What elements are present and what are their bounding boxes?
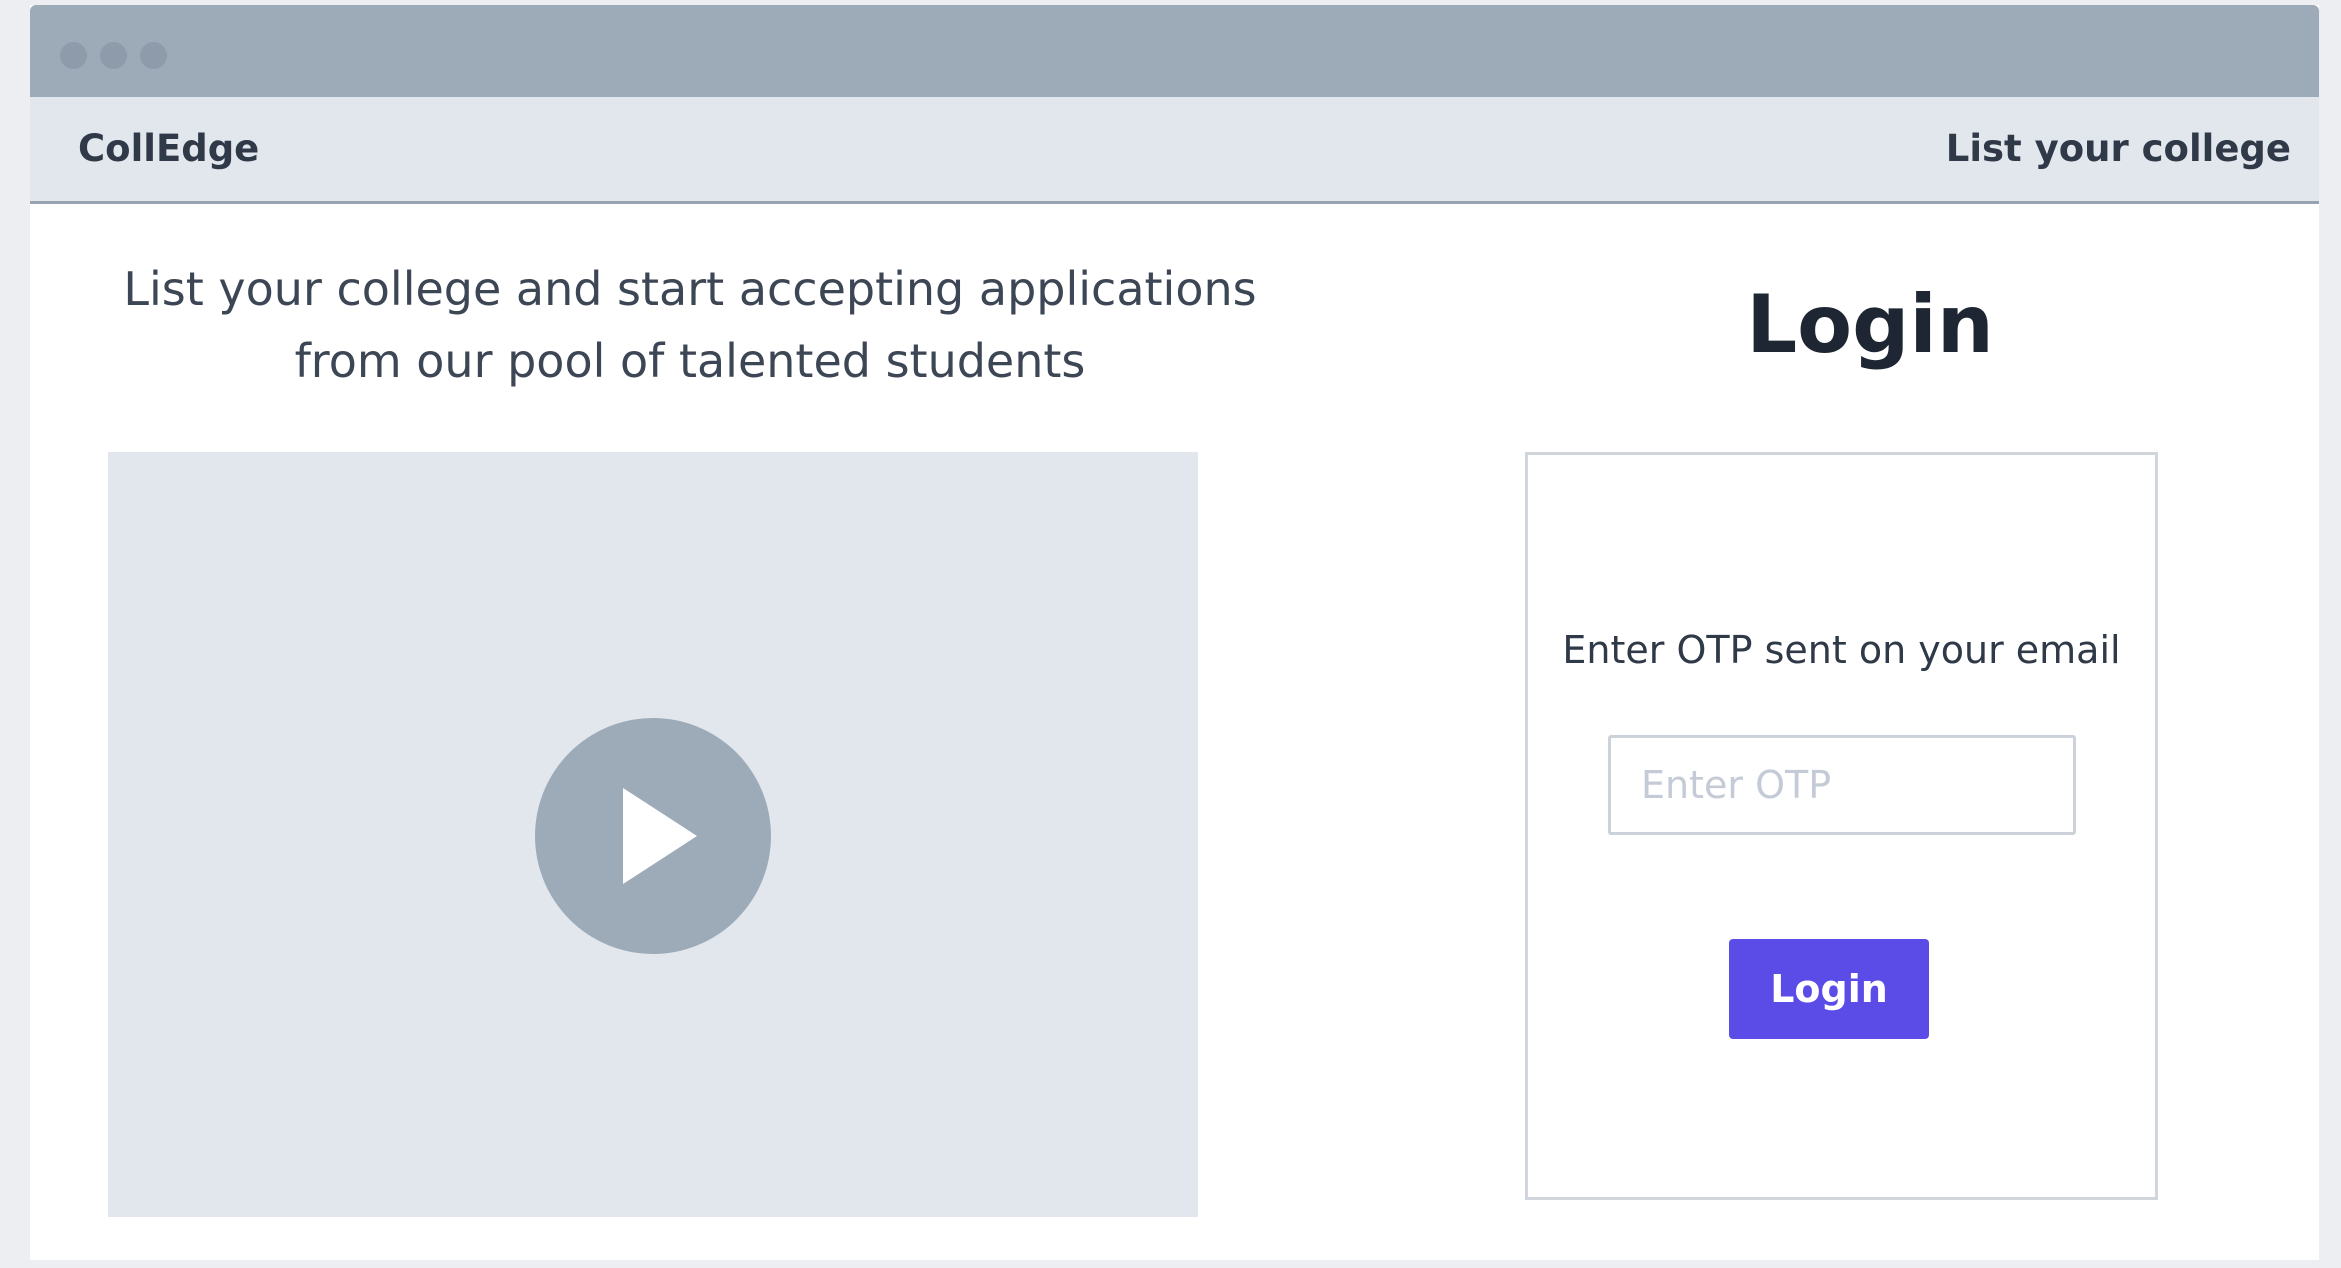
top-navbar: CollEdge List your college — [30, 97, 2319, 204]
login-heading: Login — [1746, 278, 1994, 371]
play-button[interactable] — [535, 718, 771, 954]
window-minimize-dot[interactable] — [100, 42, 127, 69]
window-maximize-dot[interactable] — [140, 42, 167, 69]
list-your-college-link[interactable]: List your college — [1946, 129, 2291, 169]
otp-input[interactable] — [1608, 735, 2076, 835]
window-close-dot[interactable] — [60, 42, 87, 69]
window-titlebar — [30, 5, 2319, 97]
video-player[interactable] — [108, 452, 1198, 1217]
play-icon — [623, 788, 697, 884]
login-button[interactable]: Login — [1729, 939, 1929, 1039]
brand-logo-text[interactable]: CollEdge — [78, 129, 259, 169]
browser-window: CollEdge List your college List your col… — [30, 5, 2319, 1260]
hero-tagline: List your college and start accepting ap… — [85, 253, 1295, 397]
hero-tagline-line2: from our pool of talented students — [294, 334, 1086, 388]
otp-label: Enter OTP sent on your email — [1562, 628, 2121, 672]
login-card: Enter OTP sent on your email Login — [1525, 452, 2158, 1200]
hero-tagline-line1: List your college and start accepting ap… — [123, 262, 1257, 316]
